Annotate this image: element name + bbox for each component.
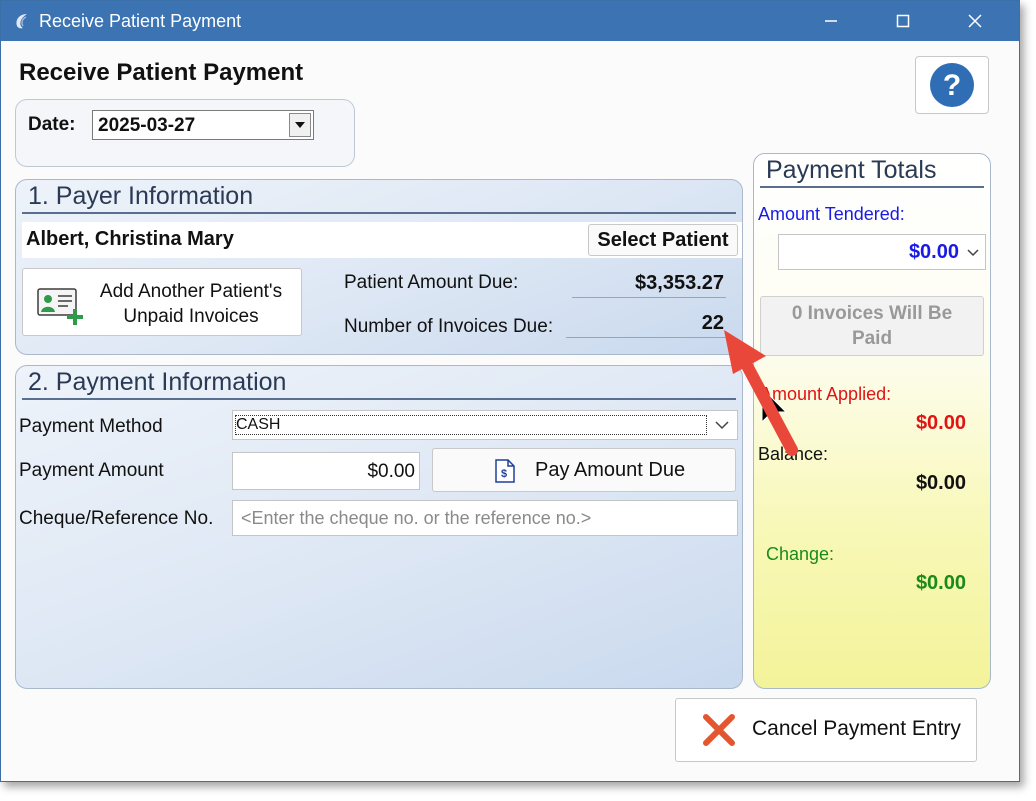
annotation-overlay — [724, 330, 798, 456]
annotation-arrow-icon — [724, 330, 798, 456]
